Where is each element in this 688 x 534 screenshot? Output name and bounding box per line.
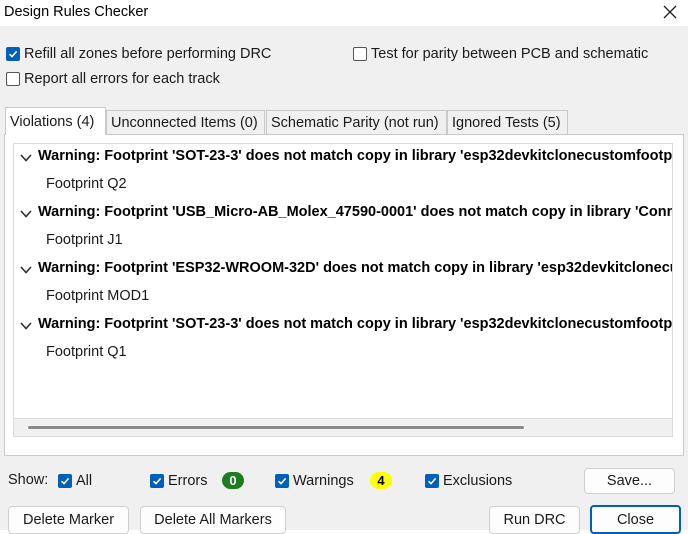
tab-label: Violations (4) (10, 113, 95, 130)
tab-unconnected-items[interactable]: Unconnected Items (0) (106, 110, 265, 134)
show-label: Show: (8, 472, 49, 488)
checkbox-checked-icon (6, 47, 20, 61)
tab-violations[interactable]: Violations (4) (5, 107, 106, 135)
violation-heading: Warning: Footprint 'SOT-23-3' does not m… (38, 316, 673, 332)
chevron-down-icon[interactable] (20, 209, 32, 219)
horizontal-scrollbar[interactable] (13, 419, 673, 437)
violation-item[interactable]: Warning: Footprint 'SOT-23-3' does not m… (14, 144, 673, 200)
violation-heading: Warning: Footprint 'ESP32-WROOM-32D' doe… (38, 260, 672, 276)
violation-footprint[interactable]: Footprint MOD1 (46, 288, 149, 304)
show-errors-label: Errors (168, 473, 208, 489)
tab-schematic-parity[interactable]: Schematic Parity (not run) (266, 110, 447, 134)
report-all-errors-label: Report all errors for each track (24, 71, 220, 87)
chevron-down-icon[interactable] (20, 321, 32, 331)
show-all-label: All (76, 473, 93, 489)
violations-list[interactable]: Warning: Footprint 'SOT-23-3' does not m… (13, 143, 673, 419)
tab-label: Schematic Parity (not run) (271, 114, 439, 131)
show-exclusions-checkbox[interactable]: Exclusions (425, 473, 512, 489)
violation-footprint[interactable]: Footprint Q2 (46, 176, 127, 192)
tab-label: Ignored Tests (5) (452, 114, 561, 131)
refill-zones-checkbox[interactable]: Refill all zones before performing DRC (6, 46, 271, 62)
violation-footprint[interactable]: Footprint J1 (46, 232, 123, 248)
errors-count-badge: 0 (222, 472, 244, 489)
show-warnings-checkbox[interactable]: Warnings (275, 473, 354, 489)
chevron-down-icon[interactable] (20, 265, 32, 275)
checkbox-checked-icon (425, 474, 439, 488)
checkbox-checked-icon (275, 474, 289, 488)
scrollbar-thumb[interactable] (28, 426, 524, 429)
show-warnings-label: Warnings (293, 473, 354, 489)
checkbox-unchecked-icon (6, 72, 20, 86)
violation-heading: Warning: Footprint 'USB_Micro-AB_Molex_4… (38, 204, 672, 220)
close-icon[interactable] (662, 3, 678, 21)
violations-panel: Warning: Footprint 'SOT-23-3' does not m… (4, 134, 684, 456)
chevron-down-icon[interactable] (20, 153, 32, 163)
parity-checkbox[interactable]: Test for parity between PCB and schemati… (353, 46, 648, 62)
violation-item[interactable]: Warning: Footprint 'SOT-23-3' does not m… (14, 312, 673, 368)
checkbox-unchecked-icon (353, 47, 367, 61)
violation-item[interactable]: Warning: Footprint 'ESP32-WROOM-32D' doe… (14, 256, 672, 312)
show-exclusions-label: Exclusions (443, 473, 513, 489)
parity-label: Test for parity between PCB and schemati… (371, 46, 649, 62)
tab-label: Unconnected Items (0) (111, 114, 258, 131)
violation-heading: Warning: Footprint 'SOT-23-3' does not m… (38, 148, 673, 164)
window-title: Design Rules Checker (4, 4, 149, 20)
warnings-count-badge: 4 (370, 472, 392, 489)
save-button[interactable]: Save... (584, 468, 675, 494)
report-all-errors-checkbox[interactable]: Report all errors for each track (6, 71, 220, 87)
show-all-checkbox[interactable]: All (58, 473, 92, 489)
checkbox-checked-icon (58, 474, 72, 488)
checkbox-checked-icon (150, 474, 164, 488)
violation-item[interactable]: Warning: Footprint 'USB_Micro-AB_Molex_4… (14, 200, 672, 256)
title-bar: Design Rules Checker (0, 0, 688, 26)
refill-zones-label: Refill all zones before performing DRC (24, 46, 272, 62)
tab-ignored-tests[interactable]: Ignored Tests (5) (447, 110, 568, 134)
show-errors-checkbox[interactable]: Errors (150, 473, 207, 489)
violation-footprint[interactable]: Footprint Q1 (46, 344, 127, 360)
